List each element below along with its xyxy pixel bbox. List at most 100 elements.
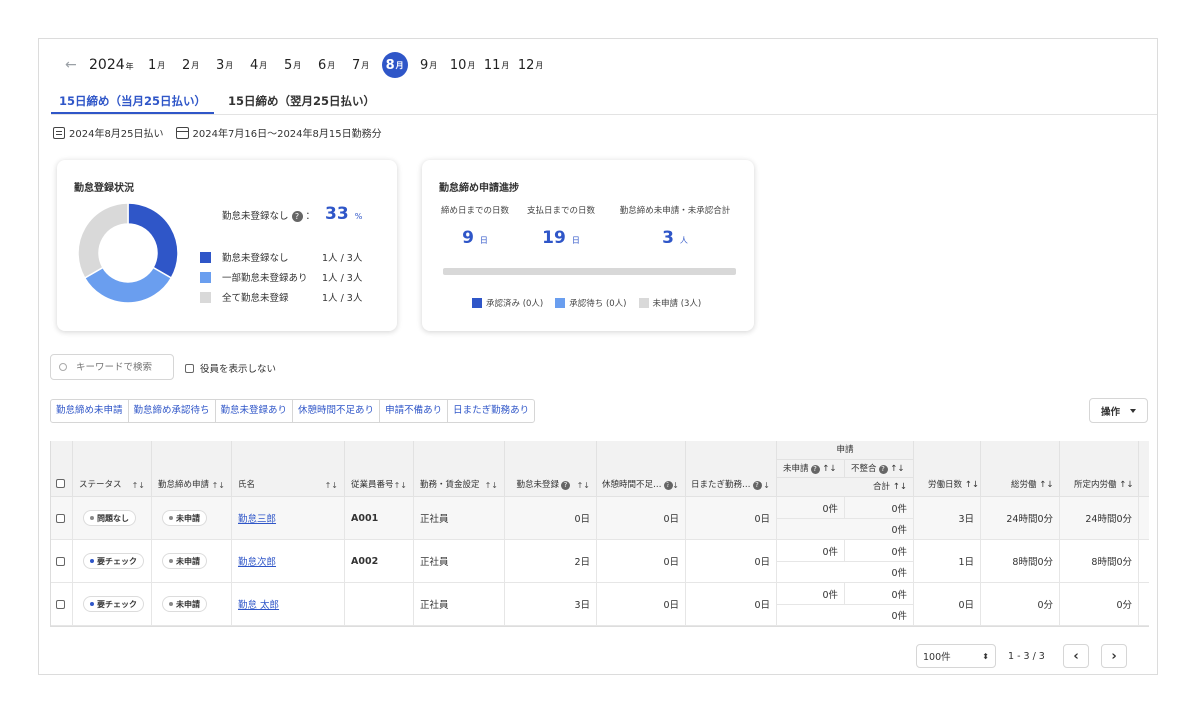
legend-item: 全て勤怠未登録 1人 / 3人	[200, 287, 382, 307]
stat-label: 勤怠締め未申請・未承認合計	[619, 206, 731, 216]
prev-year-arrow-icon[interactable]: ←	[65, 57, 77, 73]
header-apply[interactable]: 勤怠締め申請 ↑↓	[152, 441, 232, 497]
stat-unit: 日	[479, 236, 488, 245]
month-12[interactable]: 12 月	[518, 52, 544, 78]
table-cell: 8時間0分	[1060, 540, 1139, 583]
help-icon[interactable]: ?	[810, 465, 820, 474]
registration-card-title: 勤怠登録状況	[74, 183, 134, 194]
month-8[interactable]: 8月	[381, 52, 408, 78]
sort-icon[interactable]: ↑↓	[893, 482, 907, 492]
sort-icon[interactable]: ↑↓	[577, 481, 590, 490]
sort-icon[interactable]: ↑↓	[485, 481, 498, 490]
filter-awaiting-approval[interactable]: 勤怠締め承認待ち	[129, 400, 216, 422]
legend-item: 承認済み (0人)	[472, 297, 543, 309]
row-checkbox[interactable]	[56, 599, 65, 609]
filter-break-shortage[interactable]: 休憩時間不足あり	[293, 400, 381, 422]
help-icon[interactable]: ?	[561, 481, 570, 490]
operations-button[interactable]: 操作	[1089, 398, 1148, 423]
header-label: 未申請? ↑↓	[783, 462, 836, 474]
header-scheduled-work[interactable]: 所定内労働 ↑↓	[1060, 441, 1139, 497]
header-name[interactable]: 氏名 ↑↓	[232, 441, 345, 497]
employee-name-link[interactable]: 勤怠 太郎	[238, 597, 279, 611]
header-total[interactable]: 合計 ↑↓	[777, 478, 914, 497]
sort-icon[interactable]: ↑↓	[757, 481, 770, 490]
kpi-unit: %	[354, 212, 363, 221]
header-work-setting[interactable]: 勤務・賃金設定 ↑↓	[414, 441, 505, 497]
cell-value: 3日	[574, 600, 590, 611]
cell-value: 0件	[891, 611, 907, 622]
hide-officers-option[interactable]: 役員を表示しない	[185, 361, 276, 375]
table-cell: 0分	[1060, 583, 1139, 626]
sort-icon[interactable]: ↑↓	[822, 464, 836, 474]
sort-icon[interactable]: ↑↓	[666, 481, 679, 490]
header-employee-number[interactable]: 従業員番号 ↑↓	[345, 441, 414, 497]
month-1[interactable]: 1月	[144, 52, 170, 78]
hide-officers-checkbox[interactable]	[185, 363, 194, 373]
filter-unregistered[interactable]: 勤怠未登録あり	[216, 400, 294, 422]
status-dot	[169, 602, 173, 606]
header-unregistered[interactable]: 勤怠未登録? ↑↓	[505, 441, 597, 497]
month-7[interactable]: 7月	[348, 52, 374, 78]
legend-item: 勤怠未登録なし 1人 / 3人	[200, 247, 382, 267]
filter-unapplied[interactable]: 勤怠締め未申請	[51, 400, 129, 422]
header-total-work[interactable]: 総労働 ↑↓	[981, 441, 1060, 497]
employee-name-link[interactable]: 勤怠次郎	[238, 554, 276, 568]
employee-name-link[interactable]: 勤怠三郎	[238, 511, 276, 525]
month-5[interactable]: 5月	[280, 52, 306, 78]
sort-icon[interactable]: ↑↓	[1119, 480, 1133, 490]
application-cell: 0件	[777, 540, 845, 562]
row-checkbox[interactable]	[56, 556, 65, 566]
header-unapplied[interactable]: 未申請? ↑↓	[777, 460, 845, 478]
header-text: 勤怠未登録	[516, 480, 559, 490]
filter-overnight-work[interactable]: 日またぎ勤務あり	[448, 400, 534, 422]
sort-icon[interactable]: ↑↓	[132, 481, 145, 490]
sort-icon[interactable]: ↑↓	[212, 481, 225, 490]
cell-value: 8時間0分	[1091, 557, 1132, 568]
sort-icon[interactable]: ↑↓	[965, 480, 979, 490]
header-overnight[interactable]: 日またぎ勤務…? ↑↓	[686, 441, 777, 497]
search-input[interactable]	[76, 361, 166, 373]
status-badge: 要チェック	[83, 596, 144, 612]
select-all-checkbox[interactable]	[56, 479, 65, 488]
prev-page-button[interactable]: ‹	[1063, 644, 1089, 668]
header-text: 不整合	[851, 464, 877, 474]
employee-number: A001	[351, 512, 379, 524]
month-suffix: 月	[191, 60, 200, 70]
sort-icon[interactable]: ↑↓	[325, 481, 338, 490]
sort-icon[interactable]: ↑↓	[1039, 480, 1053, 490]
search-icon	[59, 363, 67, 371]
stat-unapproved-total: 勤怠締め未申請・未承認合計 3 人	[610, 204, 740, 248]
header-label: 所定内労働 ↑↓	[1074, 478, 1133, 490]
tab-next-month[interactable]: 15日締め（翌月25日払い）	[220, 91, 383, 114]
status-dot	[90, 602, 94, 606]
next-page-button[interactable]: ›	[1101, 644, 1127, 668]
row-checkbox[interactable]	[56, 513, 65, 523]
header-work-days[interactable]: 労働日数 ↑↓	[914, 441, 981, 497]
progress-legend: 承認済み (0人) 承認待ち (0人) 未申請 (3人)	[472, 297, 713, 309]
month-3[interactable]: 3月	[212, 52, 238, 78]
help-icon[interactable]: ?	[878, 465, 888, 474]
header-status[interactable]: ステータス ↑↓	[73, 441, 152, 497]
table-cell	[1139, 497, 1149, 540]
year-label[interactable]: 2024年	[89, 57, 134, 73]
header-break-shortage[interactable]: 休憩時間不足…? ↑↓	[597, 441, 686, 497]
month-9[interactable]: 9月	[416, 52, 442, 78]
cell-value: 正社員	[420, 600, 449, 611]
month-number: 6	[318, 57, 327, 73]
help-icon[interactable]: ?	[291, 211, 303, 222]
month-2[interactable]: 2月	[178, 52, 204, 78]
month-11[interactable]: 11 月	[484, 52, 510, 78]
month-10[interactable]: 10 月	[450, 52, 476, 78]
header-mismatch[interactable]: 不整合? ↑↓	[845, 460, 914, 478]
month-4[interactable]: 4月	[246, 52, 272, 78]
filter-application-defect[interactable]: 申請不備あり	[380, 400, 449, 422]
page-size-select[interactable]: 100件 ⬍	[916, 644, 996, 668]
sort-icon[interactable]: ↑↓	[394, 481, 407, 490]
filter-group: 勤怠締め未申請 勤怠締め承認待ち 勤怠未登録あり 休憩時間不足あり 申請不備あり…	[50, 399, 536, 423]
month-6[interactable]: 6月	[314, 52, 340, 78]
month-number: 11	[483, 57, 501, 73]
cell-value: 8時間0分	[1012, 557, 1053, 568]
sort-icon[interactable]: ↑↓	[890, 464, 904, 474]
month-suffix: 月	[225, 60, 234, 70]
tab-current-month[interactable]: 15日締め（当月25日払い）	[51, 91, 215, 114]
